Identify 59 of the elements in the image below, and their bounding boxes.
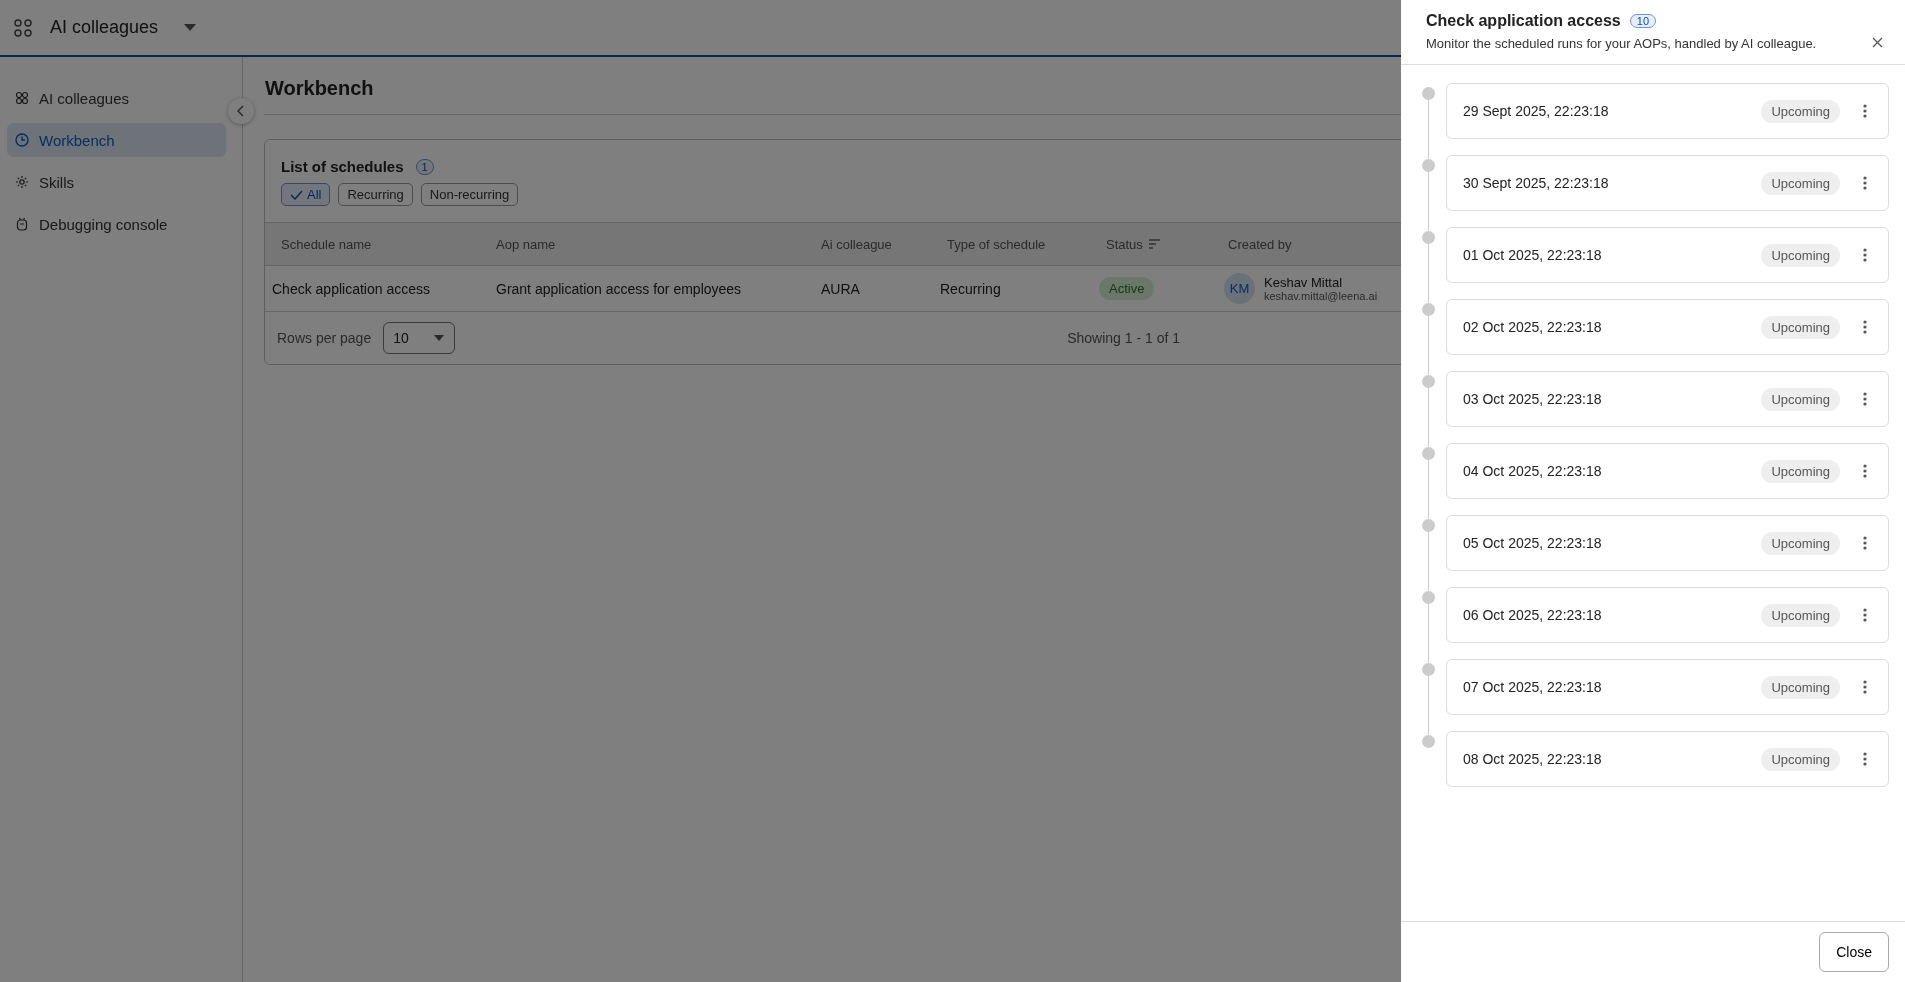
column-header: Ai colleague: [821, 236, 892, 252]
status-badge: Upcoming: [1761, 243, 1840, 267]
sidebar-item[interactable]: Debugging console: [7, 207, 226, 241]
status-badge: Upcoming: [1761, 675, 1840, 699]
card-title: List of schedules: [281, 158, 404, 175]
status-badge: Upcoming: [1761, 603, 1840, 627]
status-badge: Active: [1099, 277, 1155, 300]
apps-icon[interactable]: [14, 18, 32, 37]
close-button[interactable]: Close: [1819, 932, 1889, 972]
status-badge: Upcoming: [1761, 315, 1840, 339]
status-badge: Upcoming: [1761, 387, 1840, 411]
status-badge: Upcoming: [1761, 531, 1840, 555]
drawer-subtitle: Monitor the scheduled runs for your AOPs, handled by AI colleague.: [1426, 36, 1817, 51]
column-header: Aop name: [496, 236, 556, 252]
rows-per-page-select[interactable]: 10: [383, 322, 456, 354]
avatar: KM: [1224, 273, 1255, 304]
run-time: 08 Oct 2025, 22:23:18: [1463, 751, 1603, 767]
caret-icon[interactable]: [184, 24, 197, 31]
column-header: Created by: [1228, 236, 1292, 252]
filter-chip[interactable]: Recurring: [338, 183, 413, 206]
status-badge: Upcoming: [1761, 99, 1840, 123]
filter-chip[interactable]: Non-recurring: [420, 183, 519, 206]
bot-icon: [15, 217, 29, 231]
status-badge: Upcoming: [1761, 171, 1840, 195]
clock-icon: [15, 133, 29, 147]
creator-email: keshav.mittal@leena.ai: [1264, 290, 1378, 302]
run-time: 07 Oct 2025, 22:23:18: [1463, 679, 1603, 695]
count-badge: 1: [415, 158, 434, 175]
table-cell: AURA: [821, 280, 860, 297]
run-time: 01 Oct 2025, 22:23:18: [1463, 247, 1603, 263]
app-title: AI colleagues: [50, 17, 159, 38]
chevron-left-icon: [237, 105, 245, 117]
settings-icon: [15, 175, 29, 189]
filter-chip[interactable]: All: [281, 183, 331, 206]
table-cell: Check application access: [272, 280, 430, 297]
atom-icon: [15, 91, 29, 105]
run-time: 04 Oct 2025, 22:23:18: [1463, 463, 1603, 479]
run-time: 05 Oct 2025, 22:23:18: [1463, 535, 1603, 551]
check-icon: [290, 189, 303, 200]
pagination-info: Showing 1 - 1 of 1: [1067, 330, 1181, 346]
run-time: 03 Oct 2025, 22:23:18: [1463, 391, 1603, 407]
table-cell: Recurring: [940, 280, 1001, 297]
run-time: 02 Oct 2025, 22:23:18: [1463, 319, 1603, 335]
run-time: 06 Oct 2025, 22:23:18: [1463, 607, 1603, 623]
drawer-title: Check application access: [1426, 12, 1621, 30]
status-badge: Upcoming: [1761, 747, 1840, 771]
rows-per-page-label: Rows per page: [277, 330, 372, 346]
column-header: Status: [1106, 236, 1143, 252]
sidebar-item[interactable]: AI colleagues: [7, 81, 226, 115]
column-header: Schedule name: [281, 236, 372, 252]
caret-icon: [434, 335, 445, 341]
table-cell: Grant application access for employees: [496, 280, 742, 297]
count-badge: 10: [1629, 14, 1656, 28]
status-badge: Upcoming: [1761, 459, 1840, 483]
column-header: Type of schedule: [947, 236, 1046, 252]
creator-name: Keshav Mittal: [1264, 275, 1344, 290]
sidebar-item[interactable]: Workbench: [7, 123, 226, 157]
run-time: 30 Sept 2025, 22:23:18: [1463, 175, 1610, 191]
sidebar-item[interactable]: Skills: [7, 165, 226, 199]
